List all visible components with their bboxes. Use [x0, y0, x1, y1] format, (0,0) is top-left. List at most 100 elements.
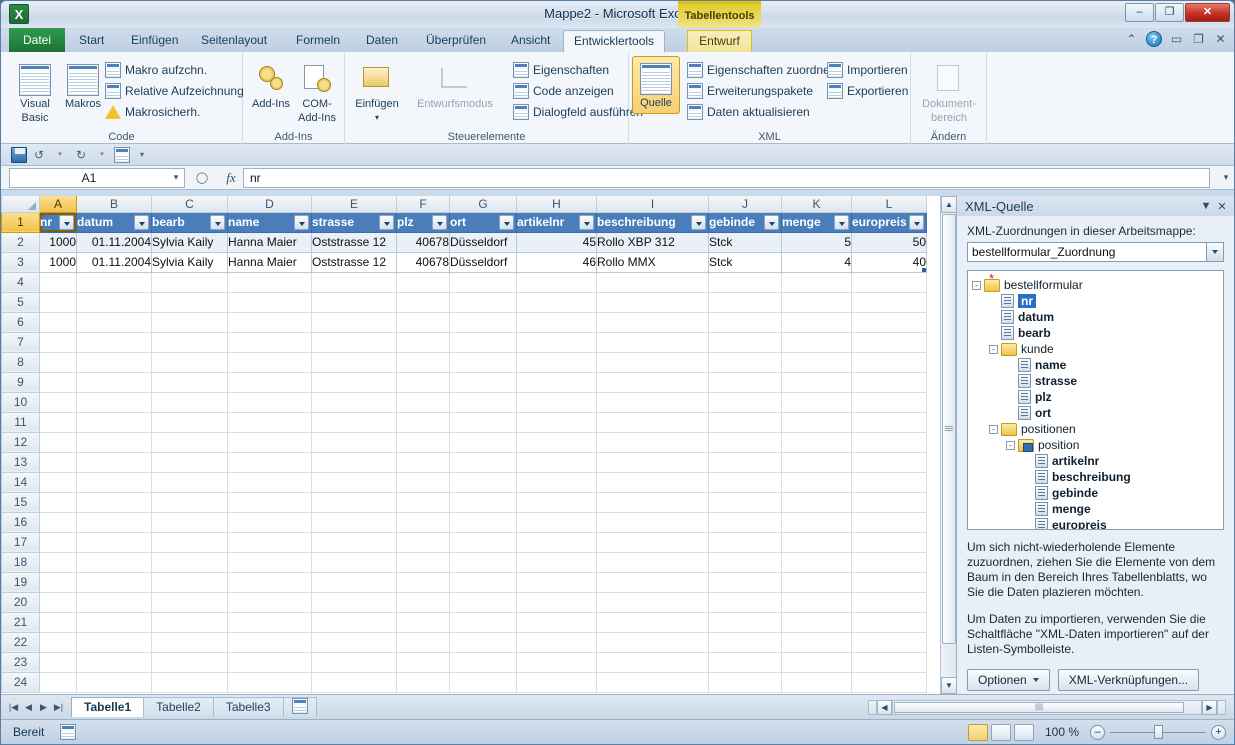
- cell-a5[interactable]: [39, 291, 77, 313]
- run-dialog-button[interactable]: Dialogfeld ausführen: [513, 102, 643, 122]
- xml-tree-node-europreis[interactable]: europreis: [972, 517, 1219, 529]
- cell-e2[interactable]: Oststrasse 12: [311, 231, 397, 253]
- tree-toggle-icon[interactable]: -: [1006, 440, 1015, 450]
- relative-reference-button[interactable]: Relative Aufzeichnung: [105, 81, 244, 101]
- cell-g23[interactable]: [449, 651, 517, 673]
- cell-k24[interactable]: [781, 671, 852, 693]
- cell-f11[interactable]: [396, 411, 450, 433]
- row-header-19[interactable]: 19: [1, 571, 40, 593]
- cell-g22[interactable]: [449, 631, 517, 653]
- cell-l23[interactable]: [851, 651, 927, 673]
- row-header-20[interactable]: 20: [1, 591, 40, 613]
- row-header-17[interactable]: 17: [1, 531, 40, 553]
- cell-k9[interactable]: [781, 371, 852, 393]
- expand-formula-bar-icon[interactable]: ▾: [1218, 172, 1234, 183]
- cell-g8[interactable]: [449, 351, 517, 373]
- row-header-22[interactable]: 22: [1, 631, 40, 653]
- cell-j2[interactable]: Stck: [708, 231, 782, 253]
- cell-j13[interactable]: [708, 451, 782, 473]
- cell-c2[interactable]: Sylvia Kaily: [151, 231, 228, 253]
- cell-k20[interactable]: [781, 591, 852, 613]
- row-header-16[interactable]: 16: [1, 511, 40, 533]
- cell-a22[interactable]: [39, 631, 77, 653]
- cell-k17[interactable]: [781, 531, 852, 553]
- cell-e24[interactable]: [311, 671, 397, 693]
- cell-d9[interactable]: [227, 371, 312, 393]
- cell-i10[interactable]: [596, 391, 709, 413]
- column-header-l[interactable]: L: [851, 196, 927, 213]
- cell-f24[interactable]: [396, 671, 450, 693]
- cell-k23[interactable]: [781, 651, 852, 673]
- cell-j4[interactable]: [708, 271, 782, 293]
- row-header-11[interactable]: 11: [1, 411, 40, 433]
- close-button[interactable]: ✕: [1185, 3, 1230, 22]
- cell-f12[interactable]: [396, 431, 450, 453]
- cell-l7[interactable]: [851, 331, 927, 353]
- cell-a9[interactable]: [39, 371, 77, 393]
- design-mode-button[interactable]: Entwurfsmodus: [407, 58, 503, 110]
- cell-a21[interactable]: [39, 611, 77, 633]
- first-sheet-icon[interactable]: |◀: [7, 702, 20, 713]
- cell-l12[interactable]: [851, 431, 927, 453]
- cell-a12[interactable]: [39, 431, 77, 453]
- cell-j15[interactable]: [708, 491, 782, 513]
- cell-l18[interactable]: [851, 551, 927, 573]
- cell-j21[interactable]: [708, 611, 782, 633]
- cell-b23[interactable]: [76, 651, 152, 673]
- cell-k12[interactable]: [781, 431, 852, 453]
- cell-d15[interactable]: [227, 491, 312, 513]
- cell-l15[interactable]: [851, 491, 927, 513]
- cell-k5[interactable]: [781, 291, 852, 313]
- import-button[interactable]: Importieren: [827, 60, 908, 80]
- cell-j5[interactable]: [708, 291, 782, 313]
- cell-d6[interactable]: [227, 311, 312, 333]
- cell-l13[interactable]: [851, 451, 927, 473]
- cell-h7[interactable]: [516, 331, 597, 353]
- cell-f2[interactable]: 40678: [396, 231, 450, 253]
- cell-d22[interactable]: [227, 631, 312, 653]
- cell-l24[interactable]: [851, 671, 927, 693]
- xml-pane-menu-icon[interactable]: ▼: [1198, 200, 1214, 212]
- cell-l3[interactable]: 40: [851, 251, 927, 273]
- cell-c5[interactable]: [151, 291, 228, 313]
- close-icon[interactable]: ✕: [1213, 32, 1228, 47]
- cell-g24[interactable]: [449, 671, 517, 693]
- xml-maps-button[interactable]: XML-Verknüpfungen...: [1057, 669, 1200, 691]
- cell-j8[interactable]: [708, 351, 782, 373]
- cell-a17[interactable]: [39, 531, 77, 553]
- cell-c12[interactable]: [151, 431, 228, 453]
- page-break-view-icon[interactable]: [1013, 723, 1034, 741]
- cell-b16[interactable]: [76, 511, 152, 533]
- row-header-10[interactable]: 10: [1, 391, 40, 413]
- properties-button[interactable]: Eigenschaften: [513, 60, 609, 80]
- cell-d7[interactable]: [227, 331, 312, 353]
- cell-i24[interactable]: [596, 671, 709, 693]
- cell-b5[interactable]: [76, 291, 152, 313]
- cell-k4[interactable]: [781, 271, 852, 293]
- row-header-24[interactable]: 24: [1, 671, 40, 693]
- cell-i3[interactable]: Rollo MMX: [596, 251, 709, 273]
- next-sheet-icon[interactable]: ▶: [37, 702, 50, 713]
- cell-l4[interactable]: [851, 271, 927, 293]
- document-panel-button[interactable]: Dokument- bereich: [921, 58, 977, 124]
- cell-l8[interactable]: [851, 351, 927, 373]
- xml-tree-node-positionen[interactable]: - positionen: [972, 421, 1219, 437]
- cell-b18[interactable]: [76, 551, 152, 573]
- sheet-tab-tabelle2[interactable]: Tabelle2: [143, 697, 214, 717]
- cell-e12[interactable]: [311, 431, 397, 453]
- cell-b3[interactable]: 01.11.2004: [76, 251, 152, 273]
- cell-k21[interactable]: [781, 611, 852, 633]
- table-header-ort[interactable]: ort: [449, 211, 517, 233]
- cell-f4[interactable]: [396, 271, 450, 293]
- cell-f3[interactable]: 40678: [396, 251, 450, 273]
- cell-a18[interactable]: [39, 551, 77, 573]
- tree-toggle-icon[interactable]: -: [972, 280, 981, 290]
- cell-l6[interactable]: [851, 311, 927, 333]
- xml-tree-node-plz[interactable]: plz: [972, 389, 1219, 405]
- cell-e19[interactable]: [311, 571, 397, 593]
- cell-l19[interactable]: [851, 571, 927, 593]
- cell-b24[interactable]: [76, 671, 152, 693]
- cell-i7[interactable]: [596, 331, 709, 353]
- cell-e21[interactable]: [311, 611, 397, 633]
- cell-l22[interactable]: [851, 631, 927, 653]
